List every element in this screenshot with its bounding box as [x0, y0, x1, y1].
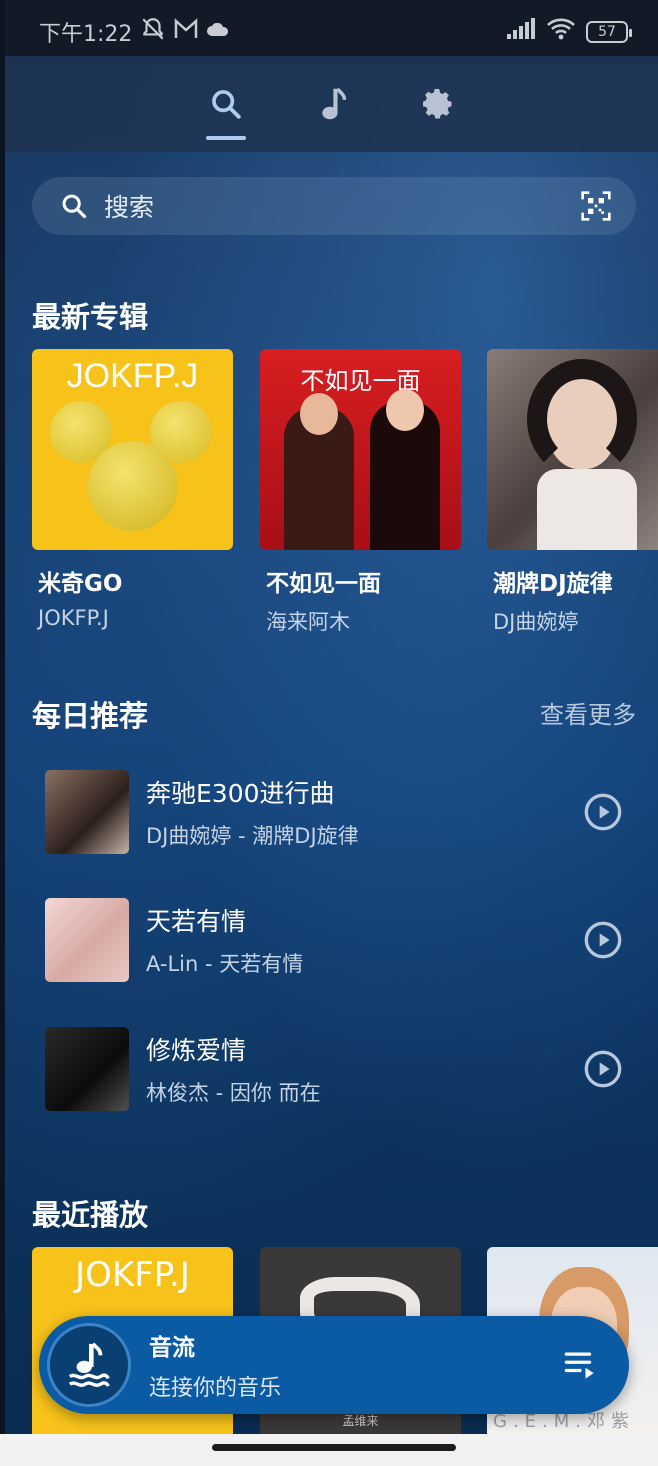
system-nav-bar [0, 1434, 658, 1466]
qr-scan-icon[interactable] [580, 190, 612, 222]
song-thumbnail [45, 770, 129, 854]
album-cover [487, 349, 658, 550]
album-artist: 海来阿木 [266, 610, 350, 634]
see-more-link[interactable]: 查看更多 [540, 695, 636, 730]
top-tab-bar [5, 56, 658, 152]
player-subtitle: 连接你的音乐 [149, 1376, 282, 1401]
album-title: 潮牌DJ旋律 [493, 571, 613, 597]
play-circle-icon[interactable] [583, 1049, 623, 1089]
play-circle-icon[interactable] [583, 920, 623, 960]
signal-icon [506, 18, 536, 46]
song-title: 奔驰E300进行曲 [146, 779, 335, 808]
player-title: 音流 [149, 1335, 195, 1361]
album-artist: DJ曲婉婷 [493, 610, 579, 634]
status-bar: 下午1:22 57 [5, 0, 658, 64]
mail-icon [174, 18, 198, 46]
album-card[interactable]: 不如见一面 不如见一面 海来阿木 [260, 349, 461, 636]
song-subtitle: DJ曲婉婷 - 潮牌DJ旋律 [146, 824, 359, 848]
song-subtitle: A-Lin - 天若有情 [146, 952, 304, 976]
wifi-icon [546, 17, 576, 47]
album-title: 不如见一面 [266, 571, 381, 597]
song-title: 修炼爱情 [146, 1036, 247, 1065]
album-cover: JOKFP.J [32, 349, 233, 550]
album-title: 米奇GO [38, 571, 123, 597]
mini-player[interactable]: 音流 连接你的音乐 [39, 1316, 629, 1414]
album-cover: 不如见一面 [260, 349, 461, 550]
cover-text: 不如见一面 [300, 367, 421, 395]
section-title-daily: 每日推荐 [32, 699, 149, 733]
tab-music[interactable] [307, 74, 357, 134]
cover-text: 孟维来 [342, 1414, 379, 1428]
battery-icon: 57 [586, 21, 632, 43]
music-wave-icon [68, 1342, 110, 1387]
player-logo [47, 1323, 131, 1407]
cover-text: JOKFP.J [66, 357, 199, 395]
album-card[interactable]: JOKFP.J 米奇GO JOKFP.J [32, 349, 233, 630]
song-subtitle: 林俊杰 - 因你 而在 [146, 1081, 321, 1105]
search-icon [62, 194, 87, 219]
tab-search[interactable] [201, 74, 251, 140]
cloud-icon [206, 19, 230, 45]
tab-settings[interactable] [413, 74, 463, 134]
list-item[interactable]: 天若有情 A-Lin - 天若有情 [45, 897, 635, 983]
search-icon [211, 90, 241, 119]
gear-icon [422, 89, 451, 119]
play-circle-icon[interactable] [583, 792, 623, 832]
mute-icon [140, 16, 166, 48]
song-title: 天若有情 [146, 907, 247, 936]
album-artist: JOKFP.J [38, 606, 109, 630]
section-title-recent: 最近播放 [32, 1198, 149, 1232]
status-time: 下午1:22 [39, 22, 133, 47]
search-bar[interactable]: 搜索 [32, 177, 636, 235]
song-thumbnail [45, 898, 129, 982]
music-note-icon [321, 87, 346, 120]
cover-text: JOKFP.J [75, 1255, 190, 1295]
home-gesture-handle[interactable] [212, 1444, 456, 1451]
playlist-icon[interactable] [563, 1350, 597, 1380]
list-item[interactable]: 奔驰E300进行曲 DJ曲婉婷 - 潮牌DJ旋律 [45, 769, 635, 855]
app-root: 下午1:22 57 搜索 最新专辑 JOKFP.J 米奇GO JOKFP.J 不… [5, 0, 658, 1434]
album-card[interactable]: 潮牌DJ旋律 DJ曲婉婷 [487, 349, 658, 636]
song-thumbnail [45, 1027, 129, 1111]
section-title-new-albums: 最新专辑 [32, 300, 149, 334]
list-item[interactable]: 修炼爱情 林俊杰 - 因你 而在 [45, 1026, 635, 1112]
search-input[interactable]: 搜索 [104, 188, 580, 224]
